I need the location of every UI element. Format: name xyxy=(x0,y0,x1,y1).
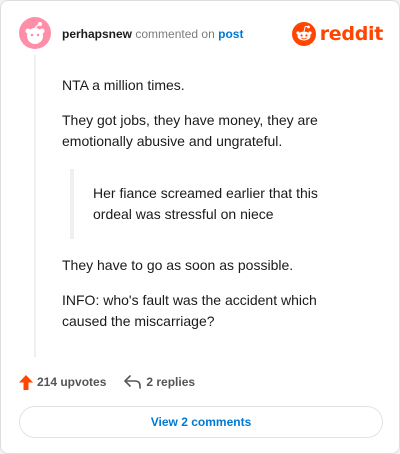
comment-header: perhapsnew commented on post reddit xyxy=(19,17,383,51)
comment-card: perhapsnew commented on post reddit NTA … xyxy=(0,0,400,454)
comment-meta: perhapsnew commented on post xyxy=(62,26,243,42)
reddit-wordmark: reddit xyxy=(319,23,384,45)
comment-footer: 214 upvotes 2 replies xyxy=(19,373,195,391)
thread-line xyxy=(34,55,36,357)
quote-text: Her fiance screamed earlier that this or… xyxy=(93,185,318,222)
comment-paragraph: INFO: who's fault was the accident which… xyxy=(62,292,317,329)
upvote-count: 214 upvotes xyxy=(37,375,107,389)
author-name[interactable]: perhapsnew xyxy=(62,27,132,41)
upvote-control[interactable]: 214 upvotes xyxy=(19,374,107,390)
replies-control[interactable]: 2 replies xyxy=(124,375,195,389)
view-comments-button[interactable]: View 2 comments xyxy=(19,406,383,438)
reddit-alien-icon xyxy=(291,22,316,46)
post-link[interactable]: post xyxy=(218,27,243,41)
avatar[interactable] xyxy=(19,17,51,49)
replies-count: 2 replies xyxy=(146,375,196,389)
comment-paragraph: They got jobs, they have money, they are… xyxy=(62,112,318,149)
reddit-logo[interactable]: reddit xyxy=(291,20,384,48)
snoo-avatar-icon xyxy=(19,17,51,49)
blockquote: Her fiance screamed earlier that this or… xyxy=(70,169,330,239)
action-text: commented on xyxy=(135,27,215,41)
comment-paragraph: They have to go as soon as possible. xyxy=(62,257,294,273)
upvote-arrow-icon[interactable] xyxy=(19,374,33,390)
comment-paragraph: NTA a million times. xyxy=(62,77,185,93)
reply-arrow-icon xyxy=(124,375,142,389)
